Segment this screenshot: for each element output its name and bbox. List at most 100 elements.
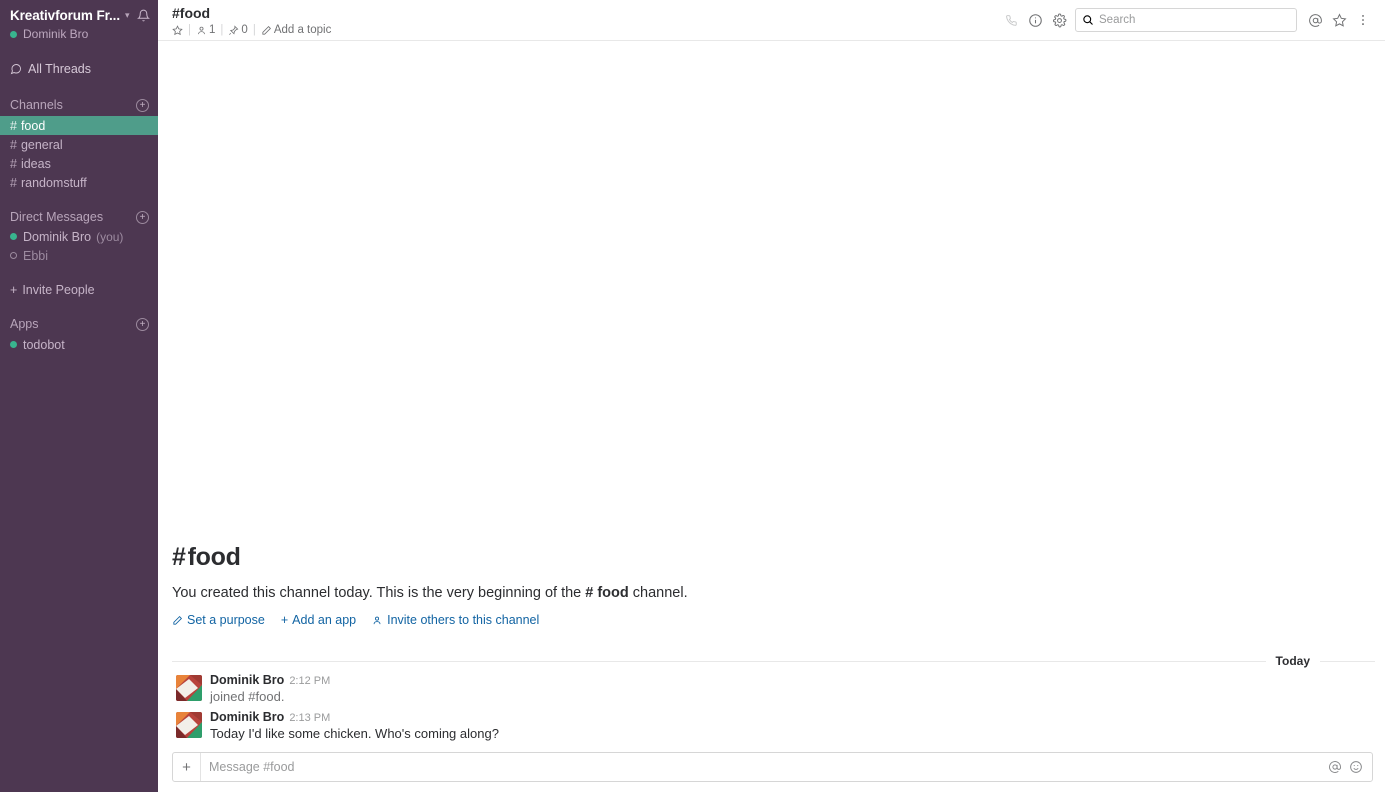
star-icon[interactable] [172,24,183,36]
channel-list: # food # general # ideas # randomstuff [0,116,158,192]
dm-label: Dominik Bro [23,229,92,244]
bell-icon[interactable] [136,9,150,22]
add-app-button[interactable]: + Add an app [281,613,356,627]
date-divider: Today [172,654,1375,668]
message-timestamp[interactable]: 2:12 PM [289,675,330,687]
intro-channel-ref: # food [585,585,629,601]
channels-section-header: Channels + [0,98,158,112]
sidebar-item-invite-people[interactable]: + Invite People [0,281,158,299]
message-body: Dominik Bro 2:12 PM joined #food. [210,673,330,705]
channel-intro-actions: Set a purpose + Add an app Invite others… [172,613,1367,627]
attachment-plus-button[interactable]: + [173,753,201,781]
pin-icon [228,24,239,36]
meta-separator: | [188,24,191,36]
invite-others-label: Invite others to this channel [387,613,540,627]
sidebar-channel-general[interactable]: # general [0,135,158,154]
avatar[interactable] [176,712,202,738]
emoji-smiley-icon[interactable] [1349,760,1363,774]
message-author[interactable]: Dominik Bro [210,673,284,687]
channel-label: randomstuff [20,175,87,190]
plus-icon: + [10,283,18,297]
add-topic-button[interactable]: Add a topic [261,24,332,36]
hash-icon: # [10,137,17,152]
sidebar-channel-randomstuff[interactable]: # randomstuff [0,173,158,192]
threads-icon [10,63,22,75]
page-title: #food [172,5,211,21]
channel-intro-title: #food [172,543,1367,572]
message-timestamp[interactable]: 2:13 PM [289,712,330,724]
channel-intro-text: You created this channel today. This is … [172,584,1367,603]
app-label: todobot [23,337,65,352]
sidebar-item-all-threads[interactable]: All Threads [0,58,158,80]
sidebar-app-todobot[interactable]: todobot [0,335,158,354]
message-header: Dominik Bro 2:13 PM [210,710,499,724]
slack-app-window: Kreativforum Fr... ▾ Dominik Bro All Thr… [0,0,1385,792]
dm-section-label: Direct Messages [10,210,104,224]
channel-label: general [20,137,63,152]
add-topic-label: Add a topic [273,24,332,36]
message-input-placeholder: Message #food [209,760,295,774]
message-author[interactable]: Dominik Bro [210,710,284,724]
workspace-title: Kreativforum Fr... [10,8,120,23]
phone-icon[interactable] [999,9,1023,31]
invite-people-label: Invite People [22,283,95,297]
add-app-label: Add an app [292,613,357,627]
set-purpose-button[interactable]: Set a purpose [172,613,265,627]
message-text: Today I'd like some chicken. Who's comin… [210,726,499,741]
dm-list: Dominik Bro (you) Ebbi [0,227,158,265]
channel-meta: | 1 | 0 | Add a topic [172,24,331,36]
intro-text-before: You created this channel today. This is … [172,585,582,601]
workspace-header[interactable]: Kreativforum Fr... ▾ Dominik Bro [0,4,158,41]
person-add-icon [372,615,383,626]
info-circle-icon[interactable] [1023,9,1047,31]
search-placeholder: Search [1099,14,1136,26]
avatar[interactable] [176,675,202,701]
add-dm-icon[interactable]: + [136,210,149,224]
offline-status-dot [10,252,17,259]
online-status-dot [10,30,17,38]
divider-line-right [1320,660,1375,662]
pin-count-value: 0 [241,24,248,36]
hash-icon: # [172,543,186,571]
gear-icon[interactable] [1047,9,1071,31]
dm-you-suffix: (you) [96,229,124,244]
at-icon[interactable] [1303,9,1327,31]
date-divider-label: Today [1275,654,1310,668]
search-input[interactable]: Search [1075,8,1297,32]
online-status-dot [10,341,17,348]
hash-icon: # [10,175,17,190]
sidebar-channel-ideas[interactable]: # ideas [0,154,158,173]
sidebar-dm-dominik-bro[interactable]: Dominik Bro (you) [0,227,158,246]
current-user-status[interactable]: Dominik Bro [10,27,150,41]
member-count[interactable]: 1 [196,24,215,36]
dm-section-header: Direct Messages + [0,210,158,224]
pin-count[interactable]: 0 [228,24,248,36]
message-list: #food You created this channel today. Th… [158,41,1385,744]
invite-others-button[interactable]: Invite others to this channel [372,613,539,627]
kebab-menu-icon[interactable] [1351,9,1375,31]
set-purpose-label: Set a purpose [187,613,265,627]
sidebar-channel-food[interactable]: # food [0,116,158,135]
message-input[interactable]: Message #food [201,753,1319,781]
member-count-value: 1 [209,24,216,36]
meta-separator: | [220,24,224,36]
topbar-actions: Search [999,4,1375,32]
app-list: todobot [0,335,158,354]
person-icon [196,25,207,36]
starred-items-icon[interactable] [1327,9,1351,31]
plus-icon: + [280,613,289,627]
message-composer: + Message #food [172,752,1373,782]
meta-separator: | [252,24,256,36]
channel-intro: #food You created this channel today. Th… [158,543,1385,627]
add-channel-icon[interactable]: + [136,98,149,112]
channels-section-label: Channels [10,98,63,112]
message-row: Dominik Bro 2:13 PM Today I'd like some … [158,705,1385,742]
channel-topbar: #food | 1 | 0 | Add a topic Search [158,0,1385,41]
at-icon[interactable] [1328,760,1342,774]
current-user-name: Dominik Bro [23,27,89,41]
add-app-icon[interactable]: + [136,317,149,331]
message-body: Dominik Bro 2:13 PM Today I'd like some … [210,710,499,742]
sidebar-dm-ebbi[interactable]: Ebbi [0,246,158,265]
message-row: Dominik Bro 2:12 PM joined #food. [158,668,1385,705]
chevron-down-icon[interactable]: ▾ [125,10,130,21]
